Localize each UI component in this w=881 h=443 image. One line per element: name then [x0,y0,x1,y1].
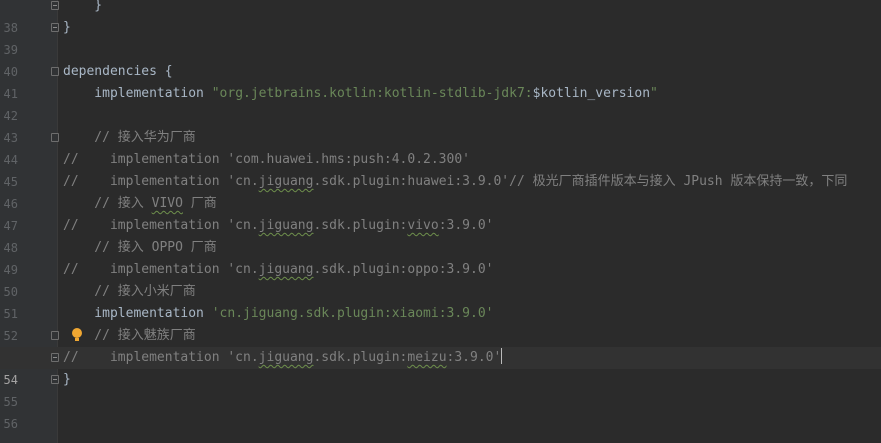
code-string: "org.jetbrains.kotlin:kotlin-stdlib-jdk7… [211,86,533,101]
code-template: $kotlin_version [532,86,651,101]
fold-marker-icon[interactable] [51,375,59,384]
spelling-typo[interactable]: jiguang [259,350,314,365]
code-text: implementation "org.jetbrains.kotlin:kot… [63,83,658,105]
code-call: implementation [63,306,212,321]
code-text: dependencies { [63,64,173,79]
code-comment: // implementation 'cn.jiguang.sdk.plugin… [63,347,503,369]
code-text: } [63,20,71,35]
code-line[interactable]: 40 [0,39,881,79]
spelling-typo[interactable]: VIVO [152,196,183,211]
code-line[interactable]: 44 // 接入华为厂商 [0,127,881,167]
fold-marker-icon[interactable] [51,1,59,10]
code-line[interactable]: 38 } [0,0,881,35]
code-comment: // 接入小米厂商 [63,284,196,299]
code-line[interactable]: 53 // 接入魅族厂商 [0,325,881,365]
code-line[interactable]: 45 // implementation 'com.huawei.hms:pus… [0,149,881,189]
text-caret [501,348,503,364]
code-line[interactable]: 47 // 接入 VIVO 厂商 [0,193,881,233]
comment-part: :3.9.0' [438,218,494,233]
comment-part: // implementation 'cn. [63,350,259,365]
code-string: 'cn.jiguang.sdk.plugin:xiaomi:3.9.0' [211,306,494,321]
code-text: } [63,0,103,13]
code-line[interactable]: 41 dependencies { [0,61,881,101]
fold-marker-icon[interactable] [51,331,59,340]
comment-part: .sdk.plugin:oppo:3.9.0' [313,262,494,277]
line-number: 56 [3,417,18,431]
code-comment: // implementation 'cn.jiguang.sdk.plugin… [63,259,493,281]
code-call: implementation [63,86,212,101]
comment-part: // implementation 'cn. [63,174,259,189]
spelling-typo[interactable]: jiguang [259,174,314,189]
code-line[interactable]: 39 } [0,17,881,57]
code-string-end: " [650,86,658,101]
code-line[interactable]: 48 // implementation 'cn.jiguang.sdk.plu… [0,215,881,255]
code-line-current[interactable]: 54 // implementation 'cn.jiguang.sdk.plu… [0,347,881,387]
code-line[interactable]: 43 [0,105,881,145]
spelling-typo[interactable]: jiguang [259,218,314,233]
code-comment: // implementation 'cn.jiguang.sdk.plugin… [63,171,847,193]
spelling-typo[interactable]: meizu [407,350,446,365]
fold-marker-icon[interactable] [51,67,59,76]
code-comment: // 接入华为厂商 [63,130,196,145]
fold-marker-icon[interactable] [51,23,59,32]
code-comment: // implementation 'com.huawei.hms:push:4… [63,152,470,167]
code-comment: // 接入 OPPO 厂商 [63,240,217,255]
comment-part: // implementation 'cn. [63,262,259,277]
code-line[interactable]: 52 implementation 'cn.jiguang.sdk.plugin… [0,303,881,343]
code-line[interactable]: 49 // 接入 OPPO 厂商 [0,237,881,277]
comment-part: :3.9.0' [446,350,502,365]
code-line[interactable]: 51 // 接入小米厂商 [0,281,881,321]
fold-marker-icon[interactable] [51,353,59,362]
code-text: implementation 'cn.jiguang.sdk.plugin:xi… [63,303,493,325]
comment-part: // 接入 [63,196,152,211]
fold-marker-icon[interactable] [51,133,59,142]
code-text: } [63,372,71,387]
comment-part: 厂商 [182,196,217,211]
comment-part: .sdk.plugin: [313,218,408,233]
code-line[interactable]: 50 // implementation 'cn.jiguang.sdk.plu… [0,259,881,299]
code-comment: // implementation 'cn.jiguang.sdk.plugin… [63,215,494,237]
code-editor[interactable]: 38 } 39 } 40 41 dependencies { 42 implem… [0,0,881,443]
spelling-typo[interactable]: jiguang [259,262,314,277]
comment-part: // implementation 'cn. [63,218,259,233]
spelling-typo[interactable]: vivo [407,218,438,233]
code-comment: // 接入 VIVO 厂商 [63,193,217,215]
comment-part: .sdk.plugin: [313,350,408,365]
code-comment: // 接入魅族厂商 [63,328,196,343]
comment-part: .sdk.plugin:huawei:3.9.0'// 极光厂商插件版本与接入 … [313,174,848,189]
code-line[interactable]: 46 // implementation 'cn.jiguang.sdk.plu… [0,171,881,211]
code-line[interactable]: 55 } [0,369,881,409]
code-line[interactable]: 56 [0,391,881,431]
code-line[interactable]: 42 implementation "org.jetbrains.kotlin:… [0,83,881,123]
